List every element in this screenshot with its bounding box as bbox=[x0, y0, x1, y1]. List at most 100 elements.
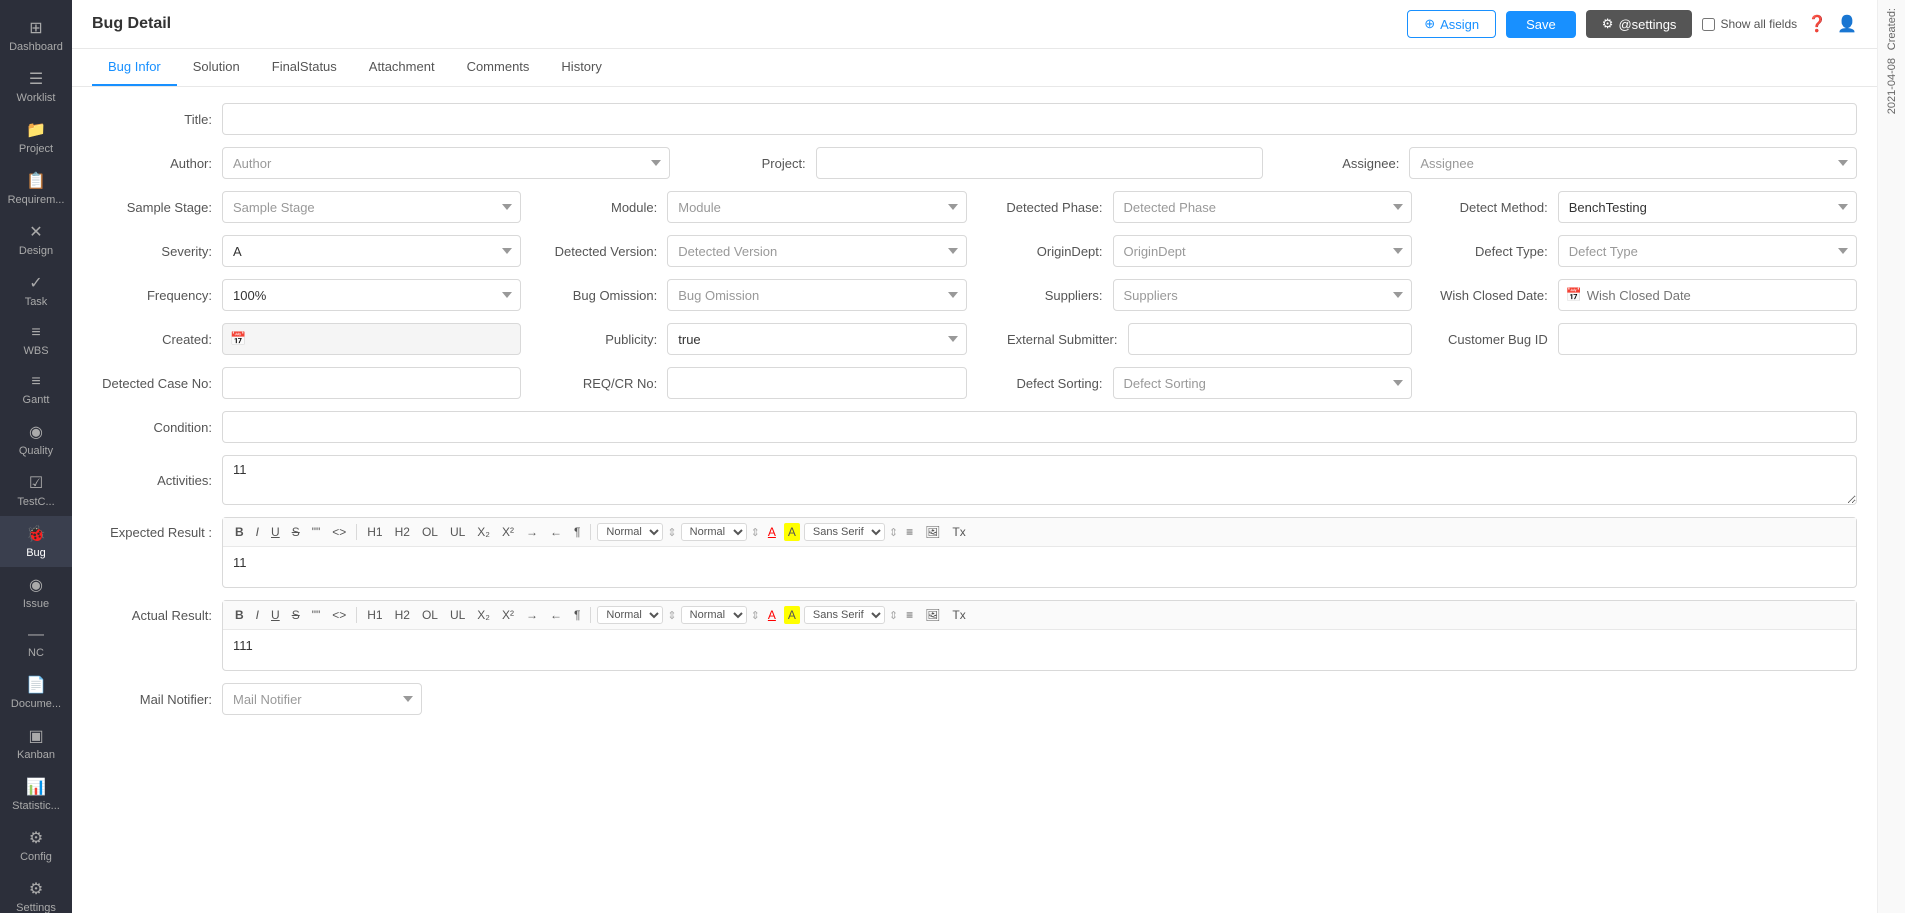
sidebar-item-issue[interactable]: ◉ Issue bbox=[0, 567, 72, 618]
sidebar-item-config[interactable]: ⚙ Config bbox=[0, 820, 72, 871]
font-family-select-expected[interactable]: Sans Serif bbox=[804, 523, 885, 541]
font-size-select-expected[interactable]: Normal bbox=[597, 523, 663, 541]
severity-select[interactable]: A bbox=[222, 235, 521, 267]
title-input[interactable]: 11 bbox=[222, 103, 1857, 135]
h2-button-actual[interactable]: H2 bbox=[391, 606, 414, 624]
condition-input[interactable]: 11 bbox=[222, 411, 1857, 443]
sup-button-expected[interactable]: X² bbox=[498, 523, 518, 541]
bold-button-actual[interactable]: B bbox=[231, 606, 248, 624]
clear-format-button-expected[interactable]: Tx bbox=[948, 523, 969, 541]
detected-phase-select[interactable]: Detected Phase bbox=[1113, 191, 1412, 223]
settings-button[interactable]: ⚙ @settings bbox=[1586, 10, 1693, 38]
font-size-select-actual[interactable]: Normal bbox=[597, 606, 663, 624]
image-button-actual[interactable]: 🖼 bbox=[921, 606, 944, 624]
tab-bug-infor[interactable]: Bug Infor bbox=[92, 49, 177, 86]
sidebar-item-project[interactable]: 📁 Project bbox=[0, 112, 72, 163]
ol-button-expected[interactable]: OL bbox=[418, 523, 442, 541]
sidebar-item-dashboard[interactable]: ⊞ Dashboard bbox=[0, 10, 72, 61]
outdent-button-expected[interactable]: ← bbox=[546, 523, 566, 541]
created-input[interactable]: 2021-04-08 bbox=[222, 323, 521, 355]
ul-button-expected[interactable]: UL bbox=[446, 523, 469, 541]
sidebar-item-document[interactable]: 📄 Docume... bbox=[0, 667, 72, 718]
indent-button-expected[interactable]: → bbox=[522, 523, 542, 541]
expected-result-content[interactable]: 11 bbox=[223, 547, 1856, 587]
sidebar-item-statistic[interactable]: 📊 Statistic... bbox=[0, 769, 72, 820]
tab-final-status[interactable]: FinalStatus bbox=[256, 49, 353, 86]
font-family-select-actual[interactable]: Sans Serif bbox=[804, 606, 885, 624]
quote-button-expected[interactable]: "" bbox=[308, 523, 325, 541]
activities-textarea[interactable] bbox=[222, 455, 1857, 505]
show-all-fields-toggle[interactable]: Show all fields bbox=[1702, 17, 1797, 31]
h2-button-expected[interactable]: H2 bbox=[391, 523, 414, 541]
tab-comments[interactable]: Comments bbox=[451, 49, 546, 86]
ul-button-actual[interactable]: UL bbox=[446, 606, 469, 624]
bg-color-button-expected[interactable]: A bbox=[784, 523, 800, 541]
bg-color-button-actual[interactable]: A bbox=[784, 606, 800, 624]
tab-solution[interactable]: Solution bbox=[177, 49, 256, 86]
detect-method-select[interactable]: BenchTesting bbox=[1558, 191, 1857, 223]
code-button-expected[interactable]: <> bbox=[328, 523, 350, 541]
external-submitter-input[interactable] bbox=[1128, 323, 1412, 355]
detected-version-select[interactable]: Detected Version bbox=[667, 235, 966, 267]
format-button-actual[interactable]: ¶ bbox=[570, 606, 584, 624]
image-button-expected[interactable]: 🖼 bbox=[921, 523, 944, 541]
indent-button-actual[interactable]: → bbox=[522, 606, 542, 624]
assignee-select[interactable]: Assignee bbox=[1409, 147, 1857, 179]
font-color-button-expected[interactable]: A bbox=[764, 523, 780, 541]
sidebar-item-worklist[interactable]: ☰ Worklist bbox=[0, 61, 72, 112]
module-select[interactable]: Module bbox=[667, 191, 966, 223]
bug-omission-select[interactable]: Bug Omission bbox=[667, 279, 966, 311]
suppliers-select[interactable]: Suppliers bbox=[1113, 279, 1412, 311]
sidebar-item-bug[interactable]: 🐞 Bug bbox=[0, 516, 72, 567]
line-height-select-expected[interactable]: Normal bbox=[681, 523, 747, 541]
font-color-button-actual[interactable]: A bbox=[764, 606, 780, 624]
publicity-select[interactable]: true bbox=[667, 323, 966, 355]
outdent-button-actual[interactable]: ← bbox=[546, 606, 566, 624]
sidebar-item-task[interactable]: ✓ Task bbox=[0, 265, 72, 316]
sidebar-item-kanban[interactable]: ▣ Kanban bbox=[0, 718, 72, 769]
sidebar-item-design[interactable]: ✕ Design bbox=[0, 214, 72, 265]
underline-button-expected[interactable]: U bbox=[267, 523, 284, 541]
sidebar-item-quality[interactable]: ◉ Quality bbox=[0, 414, 72, 465]
sidebar-item-testc[interactable]: ☑ TestC... bbox=[0, 465, 72, 516]
req-cr-no-input[interactable] bbox=[667, 367, 966, 399]
defect-sorting-select[interactable]: Defect Sorting bbox=[1113, 367, 1412, 399]
sidebar-item-wbs[interactable]: ≡ WBS bbox=[0, 316, 72, 365]
line-height-select-actual[interactable]: Normal bbox=[681, 606, 747, 624]
sidebar-item-requirements[interactable]: 📋 Requirem... bbox=[0, 163, 72, 214]
tab-attachment[interactable]: Attachment bbox=[353, 49, 451, 86]
actual-result-content[interactable]: 111 bbox=[223, 630, 1856, 670]
clear-format-button-actual[interactable]: Tx bbox=[948, 606, 969, 624]
align-button-expected[interactable]: ≡ bbox=[902, 523, 917, 541]
help-button[interactable]: ❓ bbox=[1807, 14, 1827, 34]
sup-button-actual[interactable]: X² bbox=[498, 606, 518, 624]
frequency-select[interactable]: 100% bbox=[222, 279, 521, 311]
assign-button[interactable]: ⊕ Assign bbox=[1407, 10, 1496, 38]
detected-case-no-input[interactable]: 111 bbox=[222, 367, 521, 399]
tab-history[interactable]: History bbox=[545, 49, 617, 86]
sidebar-item-settings[interactable]: ⚙ Settings bbox=[0, 871, 72, 913]
strikethrough-button-actual[interactable]: S bbox=[288, 606, 304, 624]
strikethrough-button-expected[interactable]: S bbox=[288, 523, 304, 541]
defect-type-select[interactable]: Defect Type bbox=[1558, 235, 1857, 267]
wish-closed-date-input[interactable] bbox=[1558, 279, 1857, 311]
sub-button-actual[interactable]: X₂ bbox=[473, 606, 494, 624]
mail-notifier-select[interactable]: Mail Notifier bbox=[222, 683, 422, 715]
project-input[interactable]: TrinityV5 bbox=[816, 147, 1264, 179]
italic-button-actual[interactable]: I bbox=[252, 606, 263, 624]
italic-button-expected[interactable]: I bbox=[252, 523, 263, 541]
ol-button-actual[interactable]: OL bbox=[418, 606, 442, 624]
h1-button-expected[interactable]: H1 bbox=[363, 523, 386, 541]
save-button[interactable]: Save bbox=[1506, 11, 1576, 38]
user-button[interactable]: 👤 bbox=[1837, 14, 1857, 34]
sidebar-item-nc[interactable]: — NC bbox=[0, 618, 72, 667]
h1-button-actual[interactable]: H1 bbox=[363, 606, 386, 624]
sub-button-expected[interactable]: X₂ bbox=[473, 523, 494, 541]
bold-button-expected[interactable]: B bbox=[231, 523, 248, 541]
sidebar-item-gantt[interactable]: ≡ Gantt bbox=[0, 365, 72, 414]
quote-button-actual[interactable]: "" bbox=[308, 606, 325, 624]
show-all-fields-checkbox[interactable] bbox=[1702, 18, 1715, 31]
customer-bug-id-input[interactable] bbox=[1558, 323, 1857, 355]
format-button-expected[interactable]: ¶ bbox=[570, 523, 584, 541]
author-select[interactable]: Author bbox=[222, 147, 670, 179]
